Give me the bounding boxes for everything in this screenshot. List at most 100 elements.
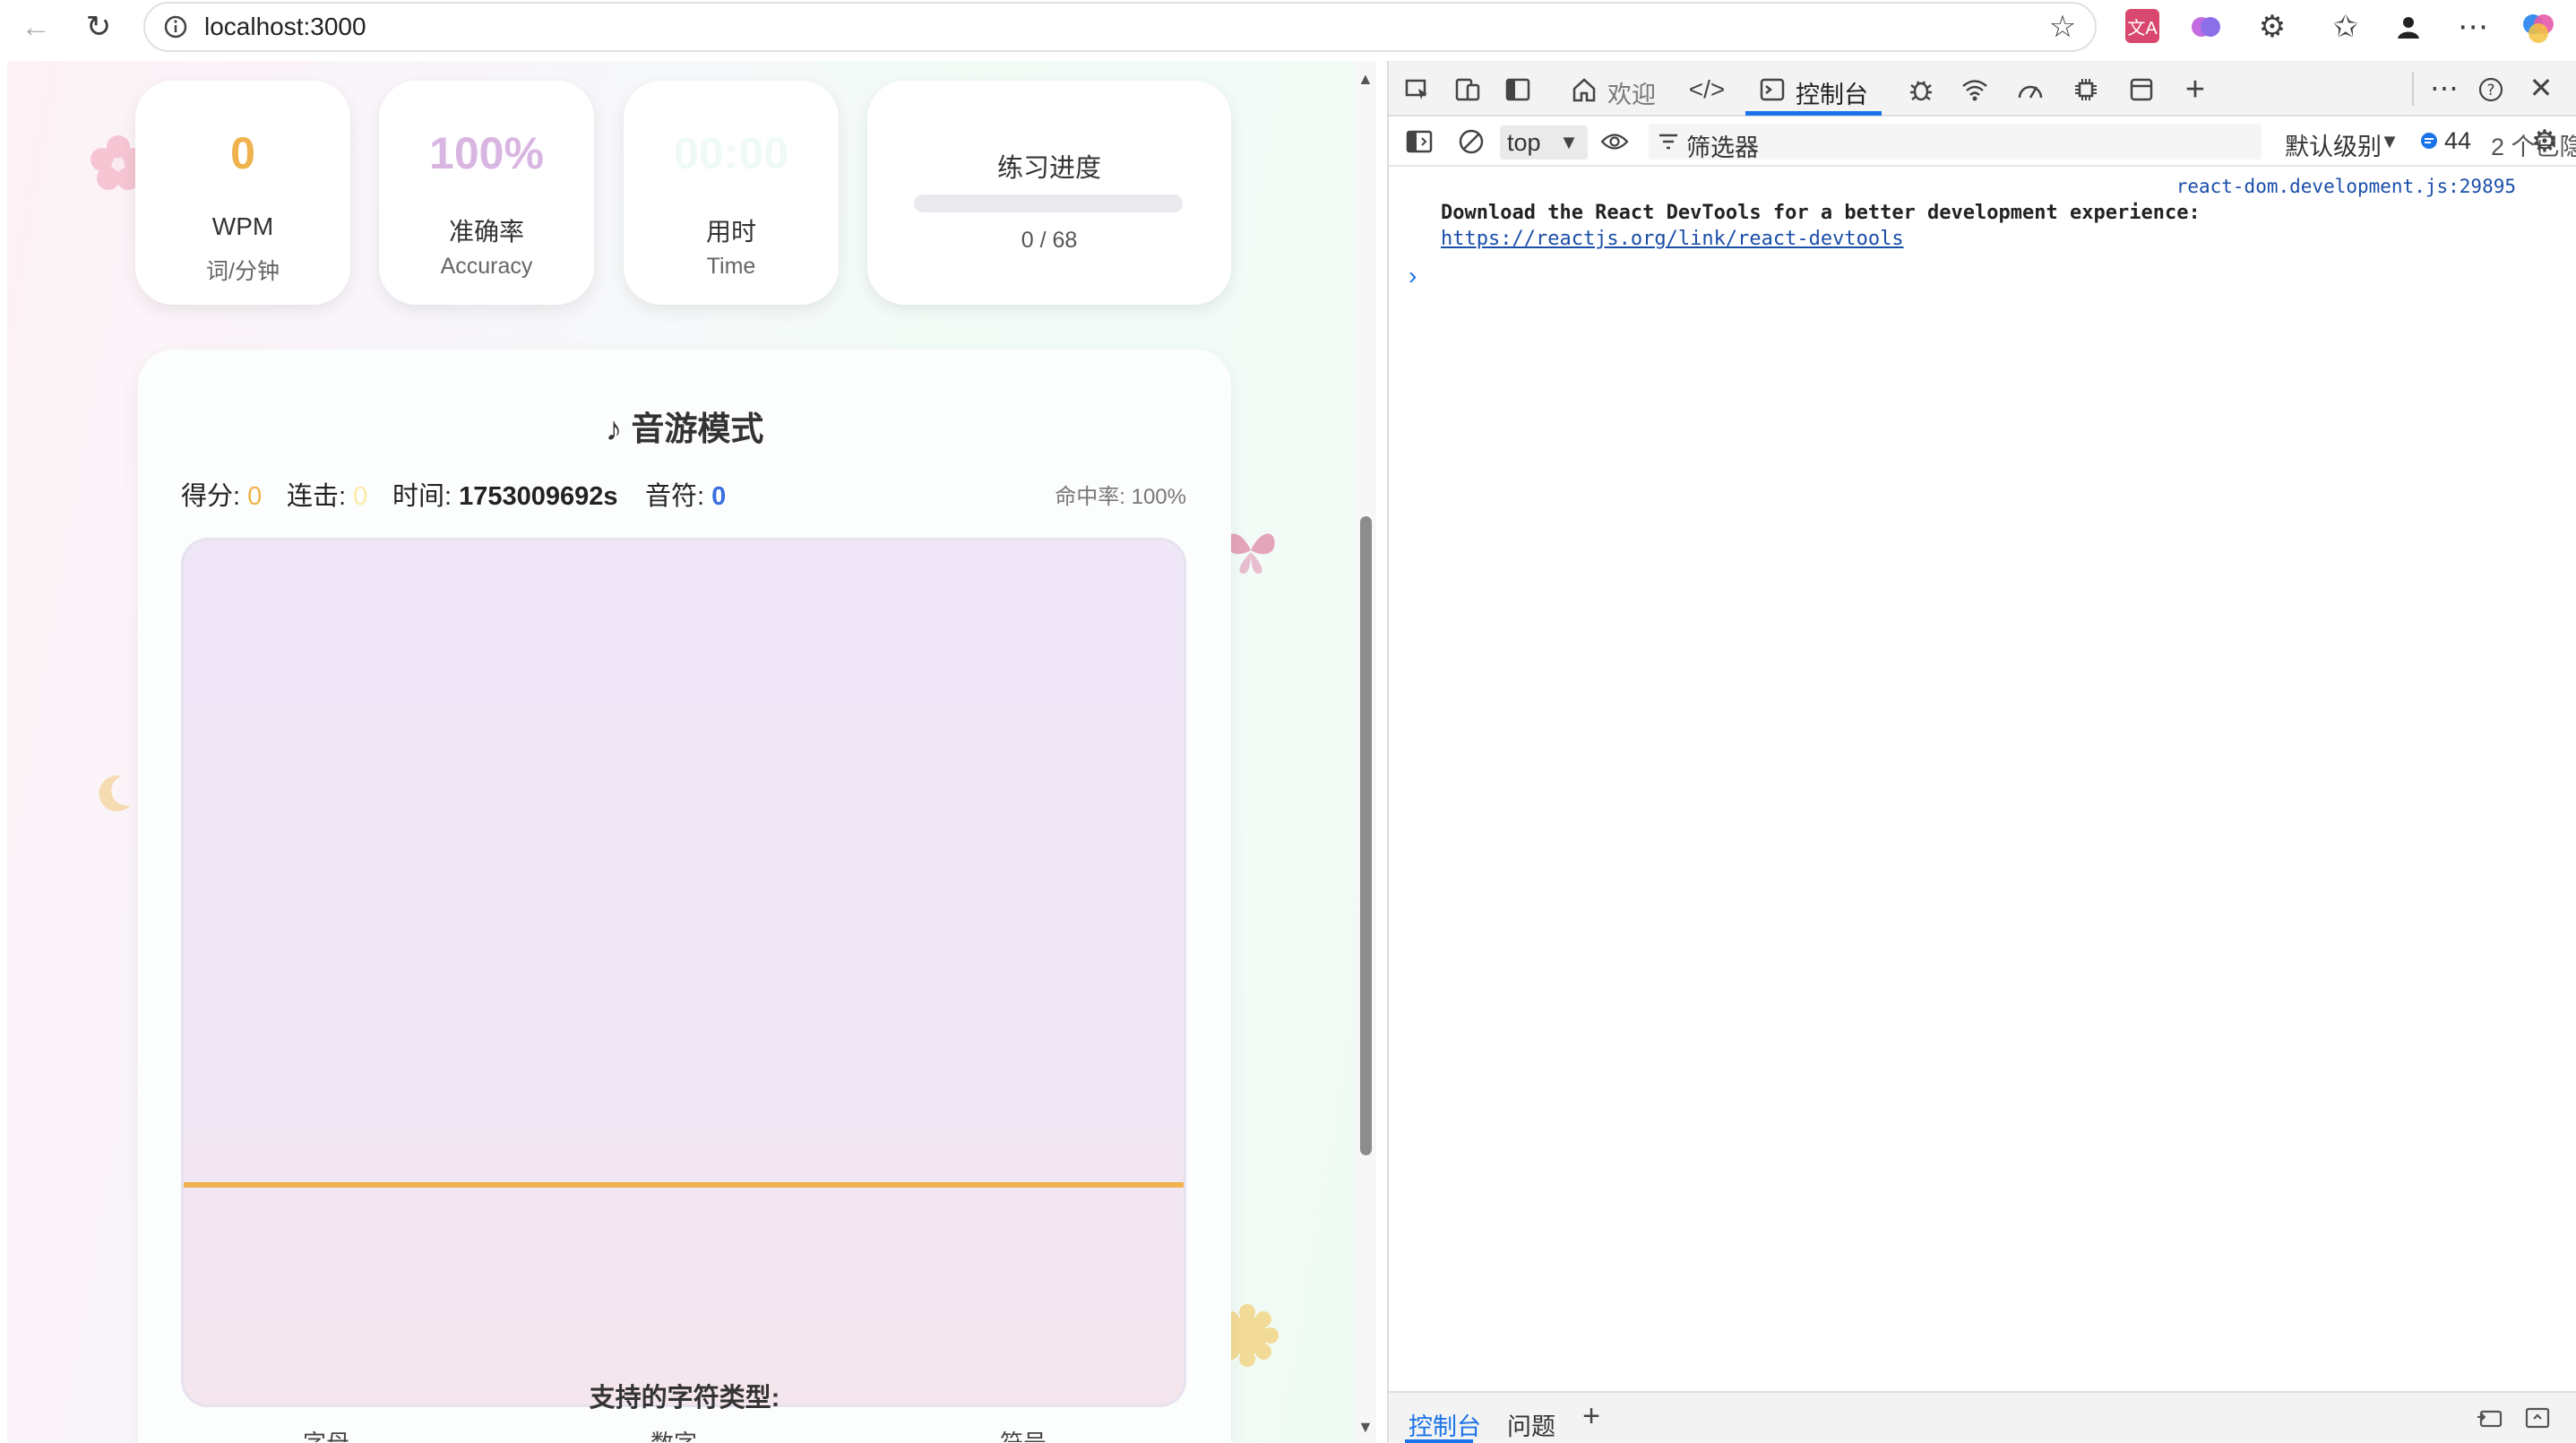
wpm-label: WPM [211,212,274,240]
performance-gauge-icon[interactable] [2011,70,2050,109]
live-expression-eye-icon[interactable] [1597,124,1633,160]
clear-console-icon[interactable] [1453,124,1489,160]
time-value: 00:00 [674,128,788,178]
favorite-star-icon[interactable]: ☆ [2045,9,2081,45]
expand-drawer-icon[interactable] [2520,1400,2555,1436]
accuracy-card: 100% 准确率 Accuracy [379,81,594,305]
tab-console[interactable]: 控制台 [1796,75,1868,110]
wpm-value: 0 [230,128,255,178]
dropdown-arrow-icon: ▼ [1559,131,1579,153]
context-selector[interactable]: top ▼ [1500,125,1588,160]
char-type-symbols: 符号 [1000,1425,1047,1442]
sidebar-toggle-icon[interactable] [1498,70,1538,109]
help-icon[interactable]: ? [2471,70,2511,109]
score-label: 得分: [181,482,241,511]
tab-welcome[interactable]: 欢迎 [1607,75,1656,110]
combo-value: 0 [353,482,368,511]
wpm-card: 0 WPM 词/分钟 [135,81,350,305]
brain-extension-icon[interactable] [2188,9,2224,45]
translate-extension-icon[interactable]: 文A [2125,9,2159,43]
memory-chip-icon[interactable] [2066,70,2106,109]
drawer-active-indicator [1405,1439,1473,1443]
drawer-add-tab-icon[interactable]: + [1573,1398,1609,1434]
filter-icon [1654,127,1683,156]
page-viewport: 0 WPM 词/分钟 100% 准确率 Accuracy 00:00 用时 Ti… [7,61,1363,1442]
browser-toolbar: ← ↻ localhost:3000 ☆ 文A ⚙ ✩ ⋯ [0,0,2576,57]
filter-placeholder: 筛选器 [1686,134,1759,161]
progress-card: 练习进度 0 / 68 [867,81,1231,305]
game-title: ♪ 音游模式 [605,410,764,447]
back-arrow-icon[interactable]: ← [16,7,56,47]
console-toolbar: top ▼ 筛选器 默认级别 ▼ 44 2 个已隐藏 ⚙ [1389,117,2576,167]
log-level-dropdown-icon[interactable]: ▼ [2376,125,2403,158]
svg-text:?: ? [2486,82,2494,99]
console-prompt-chevron-icon[interactable]: › [1409,262,1417,290]
address-text[interactable]: localhost:3000 [204,13,366,41]
progress-text: 0 / 68 [1021,228,1078,253]
close-devtools-icon[interactable]: ✕ [2521,68,2561,108]
time-card: 00:00 用时 Time [624,81,839,305]
hit-line [184,1182,1184,1188]
drawer-tab-issues[interactable]: 问题 [1507,1407,1555,1442]
combo-label: 连击: [287,482,347,511]
progress-title: 练习进度 [996,154,1101,183]
char-type-letters: 字母 [303,1425,349,1442]
dock-drawer-icon[interactable] [2471,1400,2507,1436]
devtools-panel [1387,61,2576,1442]
site-info-icon[interactable] [158,9,194,45]
accuracy-value: 100% [429,128,544,178]
issues-count[interactable]: 44 [2444,127,2471,155]
progress-bar [914,194,1183,212]
filter-input[interactable]: 筛选器 [1649,124,2262,161]
console-message-source[interactable]: react-dom.development.js:29895 [1396,176,2516,197]
scroll-down-arrow-icon[interactable]: ▼ [1357,1418,1374,1437]
console-message-text: Download the React DevTools for a better… [1441,202,2201,224]
scroll-thumb[interactable] [1360,516,1372,1155]
time-label: 用时 [705,218,756,246]
score-value: 0 [247,482,263,511]
scroll-up-arrow-icon[interactable]: ▲ [1357,70,1374,89]
score-stat: 得分: 0 [181,475,262,513]
log-level-selector[interactable]: 默认级别 [2285,127,2382,162]
reload-icon[interactable]: ↻ [79,7,118,47]
devtools-tab-bar: 欢迎 </> 控制台 + ⋯ ? ✕ [1389,61,2576,117]
drawer-tab-console[interactable]: 控制台 [1409,1407,1481,1442]
toolbar-divider [2412,72,2414,106]
home-icon[interactable] [1564,70,1604,109]
char-type-digits: 数字 [650,1425,697,1442]
moon-decoration-icon [90,767,140,817]
rhythm-play-area[interactable] [181,538,1186,1407]
console-devtools-link[interactable]: https://reactjs.org/link/react-devtools [1441,228,1904,250]
active-tab-indicator [1745,111,1882,116]
context-selector-value: top [1507,129,1541,156]
time-value-game: 1753009692s [459,482,618,511]
hit-rate: 命中率: 100% [1055,485,1186,509]
profile-icon[interactable] [2389,7,2428,47]
add-tab-plus-icon[interactable]: + [2175,70,2215,109]
issues-message-icon[interactable] [2416,127,2442,154]
notes-value: 0 [711,482,727,511]
time-sub-label: Time [706,254,756,279]
wpm-sub-label: 词/分钟 [206,259,280,284]
console-sidebar-icon[interactable] [1401,124,1437,160]
time-stat: 时间: 1753009692s [392,475,618,513]
console-icon[interactable] [1754,72,1790,108]
notes-stat: 音符: 0 [645,475,726,513]
favorites-icon[interactable]: ✩ [2326,7,2365,47]
bug-icon[interactable] [1901,70,1941,109]
copilot-icon[interactable] [2518,7,2559,48]
network-wifi-icon[interactable] [1955,70,1994,109]
notes-label: 音符: [645,482,705,511]
combo-stat: 连击: 0 [287,475,367,513]
application-panel-icon[interactable] [2122,70,2161,109]
console-settings-gear-icon[interactable]: ⚙ [2525,122,2564,161]
more-options-icon[interactable]: ⋯ [2425,68,2464,108]
device-emulation-icon[interactable] [1448,70,1487,109]
accuracy-label: 准确率 [448,218,524,246]
address-bar[interactable]: localhost:3000 ☆ [143,2,2097,52]
inspect-element-icon[interactable] [1398,70,1437,109]
more-menu-icon[interactable]: ⋯ [2453,7,2493,47]
elements-code-icon[interactable]: </> [1686,70,1727,109]
extensions-puzzle-icon[interactable]: ⚙ [2253,7,2292,47]
devtools-drawer-bar: 控制台 问题 + [1389,1391,2576,1443]
